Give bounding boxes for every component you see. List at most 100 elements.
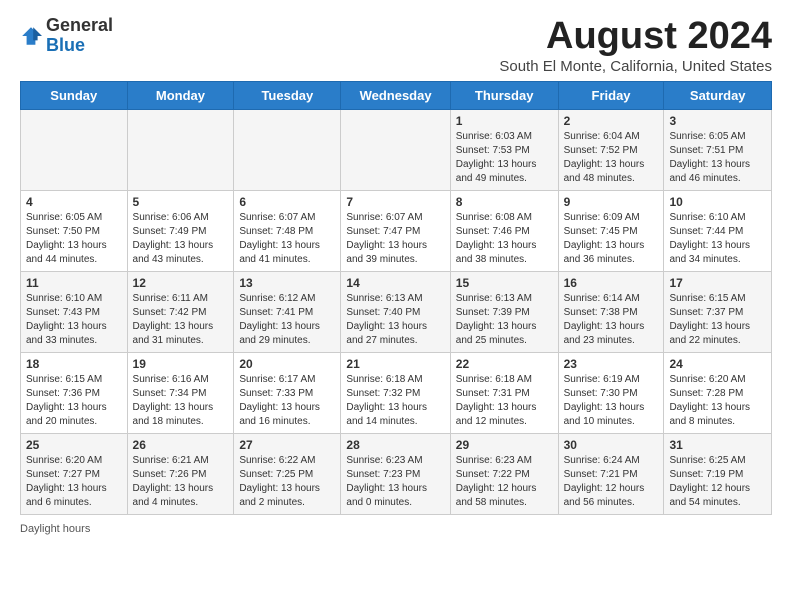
calendar-cell: 1 Sunrise: 6:03 AM Sunset: 7:53 PM Daylig… xyxy=(450,109,558,190)
day-number: 8 xyxy=(456,195,553,209)
day-info: Sunrise: 6:05 AM Sunset: 7:50 PM Dayligh… xyxy=(26,211,122,267)
day-number: 19 xyxy=(133,357,229,371)
day-info: Sunrise: 6:22 AM Sunset: 7:25 PM Dayligh… xyxy=(239,454,335,510)
calendar-header-sunday: Sunday xyxy=(21,81,128,109)
calendar-cell: 15 Sunrise: 6:13 AM Sunset: 7:39 PM Dayli… xyxy=(450,271,558,352)
day-number: 18 xyxy=(26,357,122,371)
main-title: August 2024 xyxy=(499,16,772,58)
calendar-cell xyxy=(234,109,341,190)
day-number: 13 xyxy=(239,276,335,290)
day-number: 10 xyxy=(669,195,766,209)
day-number: 22 xyxy=(456,357,553,371)
day-info: Sunrise: 6:15 AM Sunset: 7:37 PM Dayligh… xyxy=(669,292,766,348)
day-info: Sunrise: 6:23 AM Sunset: 7:22 PM Dayligh… xyxy=(456,454,553,510)
calendar-cell: 2 Sunrise: 6:04 AM Sunset: 7:52 PM Daylig… xyxy=(558,109,664,190)
day-number: 31 xyxy=(669,438,766,452)
calendar-header-saturday: Saturday xyxy=(664,81,772,109)
calendar-cell: 18 Sunrise: 6:15 AM Sunset: 7:36 PM Dayli… xyxy=(21,352,128,433)
calendar-cell: 8Sunrise: 6:08 AM Sunset: 7:46 PM Daylig… xyxy=(450,190,558,271)
calendar-cell: 10 Sunrise: 6:10 AM Sunset: 7:44 PM Dayli… xyxy=(664,190,772,271)
day-info: Sunrise: 6:13 AM Sunset: 7:39 PM Dayligh… xyxy=(456,292,553,348)
calendar-header-thursday: Thursday xyxy=(450,81,558,109)
day-info: Sunrise: 6:21 AM Sunset: 7:26 PM Dayligh… xyxy=(133,454,229,510)
day-number: 4 xyxy=(26,195,122,209)
calendar-cell: 22 Sunrise: 6:18 AM Sunset: 7:31 PM Dayli… xyxy=(450,352,558,433)
day-number: 2 xyxy=(564,114,659,128)
logo-blue: Blue xyxy=(46,35,85,55)
calendar-cell: 31 Sunrise: 6:25 AM Sunset: 7:19 PM Dayli… xyxy=(664,433,772,514)
calendar-cell: 17Sunrise: 6:15 AM Sunset: 7:37 PM Dayli… xyxy=(664,271,772,352)
day-number: 6 xyxy=(239,195,335,209)
calendar-header-tuesday: Tuesday xyxy=(234,81,341,109)
calendar-cell: 30 Sunrise: 6:24 AM Sunset: 7:21 PM Dayli… xyxy=(558,433,664,514)
day-number: 27 xyxy=(239,438,335,452)
calendar-cell: 9 Sunrise: 6:09 AM Sunset: 7:45 PM Daylig… xyxy=(558,190,664,271)
day-number: 11 xyxy=(26,276,122,290)
day-info: Sunrise: 6:06 AM Sunset: 7:49 PM Dayligh… xyxy=(133,211,229,267)
day-info: Sunrise: 6:19 AM Sunset: 7:30 PM Dayligh… xyxy=(564,373,659,429)
calendar-cell: 3Sunrise: 6:05 AM Sunset: 7:51 PM Daylig… xyxy=(664,109,772,190)
day-info: Sunrise: 6:18 AM Sunset: 7:31 PM Dayligh… xyxy=(456,373,553,429)
day-info: Sunrise: 6:20 AM Sunset: 7:28 PM Dayligh… xyxy=(669,373,766,429)
page-header: General Blue August 2024 South El Monte,… xyxy=(20,16,772,75)
day-number: 21 xyxy=(346,357,444,371)
day-info: Sunrise: 6:12 AM Sunset: 7:41 PM Dayligh… xyxy=(239,292,335,348)
day-number: 7 xyxy=(346,195,444,209)
day-number: 25 xyxy=(26,438,122,452)
day-number: 12 xyxy=(133,276,229,290)
calendar-cell: 26 Sunrise: 6:21 AM Sunset: 7:26 PM Dayli… xyxy=(127,433,234,514)
day-info: Sunrise: 6:24 AM Sunset: 7:21 PM Dayligh… xyxy=(564,454,659,510)
footer-note: Daylight hours xyxy=(20,523,772,535)
day-number: 1 xyxy=(456,114,553,128)
calendar-table: SundayMondayTuesdayWednesdayThursdayFrid… xyxy=(20,81,772,515)
calendar-week-row: 11 Sunrise: 6:10 AM Sunset: 7:43 PM Dayli… xyxy=(21,271,772,352)
day-info: Sunrise: 6:18 AM Sunset: 7:32 PM Dayligh… xyxy=(346,373,444,429)
day-info: Sunrise: 6:10 AM Sunset: 7:44 PM Dayligh… xyxy=(669,211,766,267)
day-info: Sunrise: 6:10 AM Sunset: 7:43 PM Dayligh… xyxy=(26,292,122,348)
day-number: 20 xyxy=(239,357,335,371)
logo-general: General xyxy=(46,15,113,35)
calendar-cell: 12 Sunrise: 6:11 AM Sunset: 7:42 PM Dayli… xyxy=(127,271,234,352)
calendar-cell xyxy=(127,109,234,190)
day-number: 26 xyxy=(133,438,229,452)
day-info: Sunrise: 6:15 AM Sunset: 7:36 PM Dayligh… xyxy=(26,373,122,429)
day-number: 16 xyxy=(564,276,659,290)
calendar-week-row: 18 Sunrise: 6:15 AM Sunset: 7:36 PM Dayli… xyxy=(21,352,772,433)
calendar-cell: 27 Sunrise: 6:22 AM Sunset: 7:25 PM Dayli… xyxy=(234,433,341,514)
day-number: 28 xyxy=(346,438,444,452)
day-number: 15 xyxy=(456,276,553,290)
calendar-cell: 4 Sunrise: 6:05 AM Sunset: 7:50 PM Daylig… xyxy=(21,190,128,271)
calendar-cell: 24 Sunrise: 6:20 AM Sunset: 7:28 PM Dayli… xyxy=(664,352,772,433)
day-info: Sunrise: 6:17 AM Sunset: 7:33 PM Dayligh… xyxy=(239,373,335,429)
calendar-cell: 29Sunrise: 6:23 AM Sunset: 7:22 PM Dayli… xyxy=(450,433,558,514)
calendar-cell: 21 Sunrise: 6:18 AM Sunset: 7:32 PM Dayli… xyxy=(341,352,450,433)
day-info: Sunrise: 6:23 AM Sunset: 7:23 PM Dayligh… xyxy=(346,454,444,510)
calendar-cell: 11 Sunrise: 6:10 AM Sunset: 7:43 PM Dayli… xyxy=(21,271,128,352)
calendar-cell: 13 Sunrise: 6:12 AM Sunset: 7:41 PM Dayli… xyxy=(234,271,341,352)
logo-icon xyxy=(20,25,42,47)
calendar-header-wednesday: Wednesday xyxy=(341,81,450,109)
calendar-cell: 16 Sunrise: 6:14 AM Sunset: 7:38 PM Dayli… xyxy=(558,271,664,352)
subtitle: South El Monte, California, United State… xyxy=(499,58,772,75)
calendar-cell: 7Sunrise: 6:07 AM Sunset: 7:47 PM Daylig… xyxy=(341,190,450,271)
day-info: Sunrise: 6:14 AM Sunset: 7:38 PM Dayligh… xyxy=(564,292,659,348)
calendar-header-row: SundayMondayTuesdayWednesdayThursdayFrid… xyxy=(21,81,772,109)
day-number: 24 xyxy=(669,357,766,371)
day-info: Sunrise: 6:11 AM Sunset: 7:42 PM Dayligh… xyxy=(133,292,229,348)
day-info: Sunrise: 6:13 AM Sunset: 7:40 PM Dayligh… xyxy=(346,292,444,348)
day-info: Sunrise: 6:04 AM Sunset: 7:52 PM Dayligh… xyxy=(564,130,659,186)
day-number: 9 xyxy=(564,195,659,209)
day-info: Sunrise: 6:09 AM Sunset: 7:45 PM Dayligh… xyxy=(564,211,659,267)
calendar-cell: 5 Sunrise: 6:06 AM Sunset: 7:49 PM Daylig… xyxy=(127,190,234,271)
footer-text: Daylight hours xyxy=(20,523,90,535)
day-number: 5 xyxy=(133,195,229,209)
calendar-cell: 20 Sunrise: 6:17 AM Sunset: 7:33 PM Dayli… xyxy=(234,352,341,433)
day-info: Sunrise: 6:25 AM Sunset: 7:19 PM Dayligh… xyxy=(669,454,766,510)
calendar-week-row: 4 Sunrise: 6:05 AM Sunset: 7:50 PM Daylig… xyxy=(21,190,772,271)
day-info: Sunrise: 6:03 AM Sunset: 7:53 PM Dayligh… xyxy=(456,130,553,186)
logo: General Blue xyxy=(20,16,113,56)
day-number: 30 xyxy=(564,438,659,452)
calendar-cell xyxy=(341,109,450,190)
title-area: August 2024 South El Monte, California, … xyxy=(499,16,772,75)
calendar-cell: 28 Sunrise: 6:23 AM Sunset: 7:23 PM Dayli… xyxy=(341,433,450,514)
